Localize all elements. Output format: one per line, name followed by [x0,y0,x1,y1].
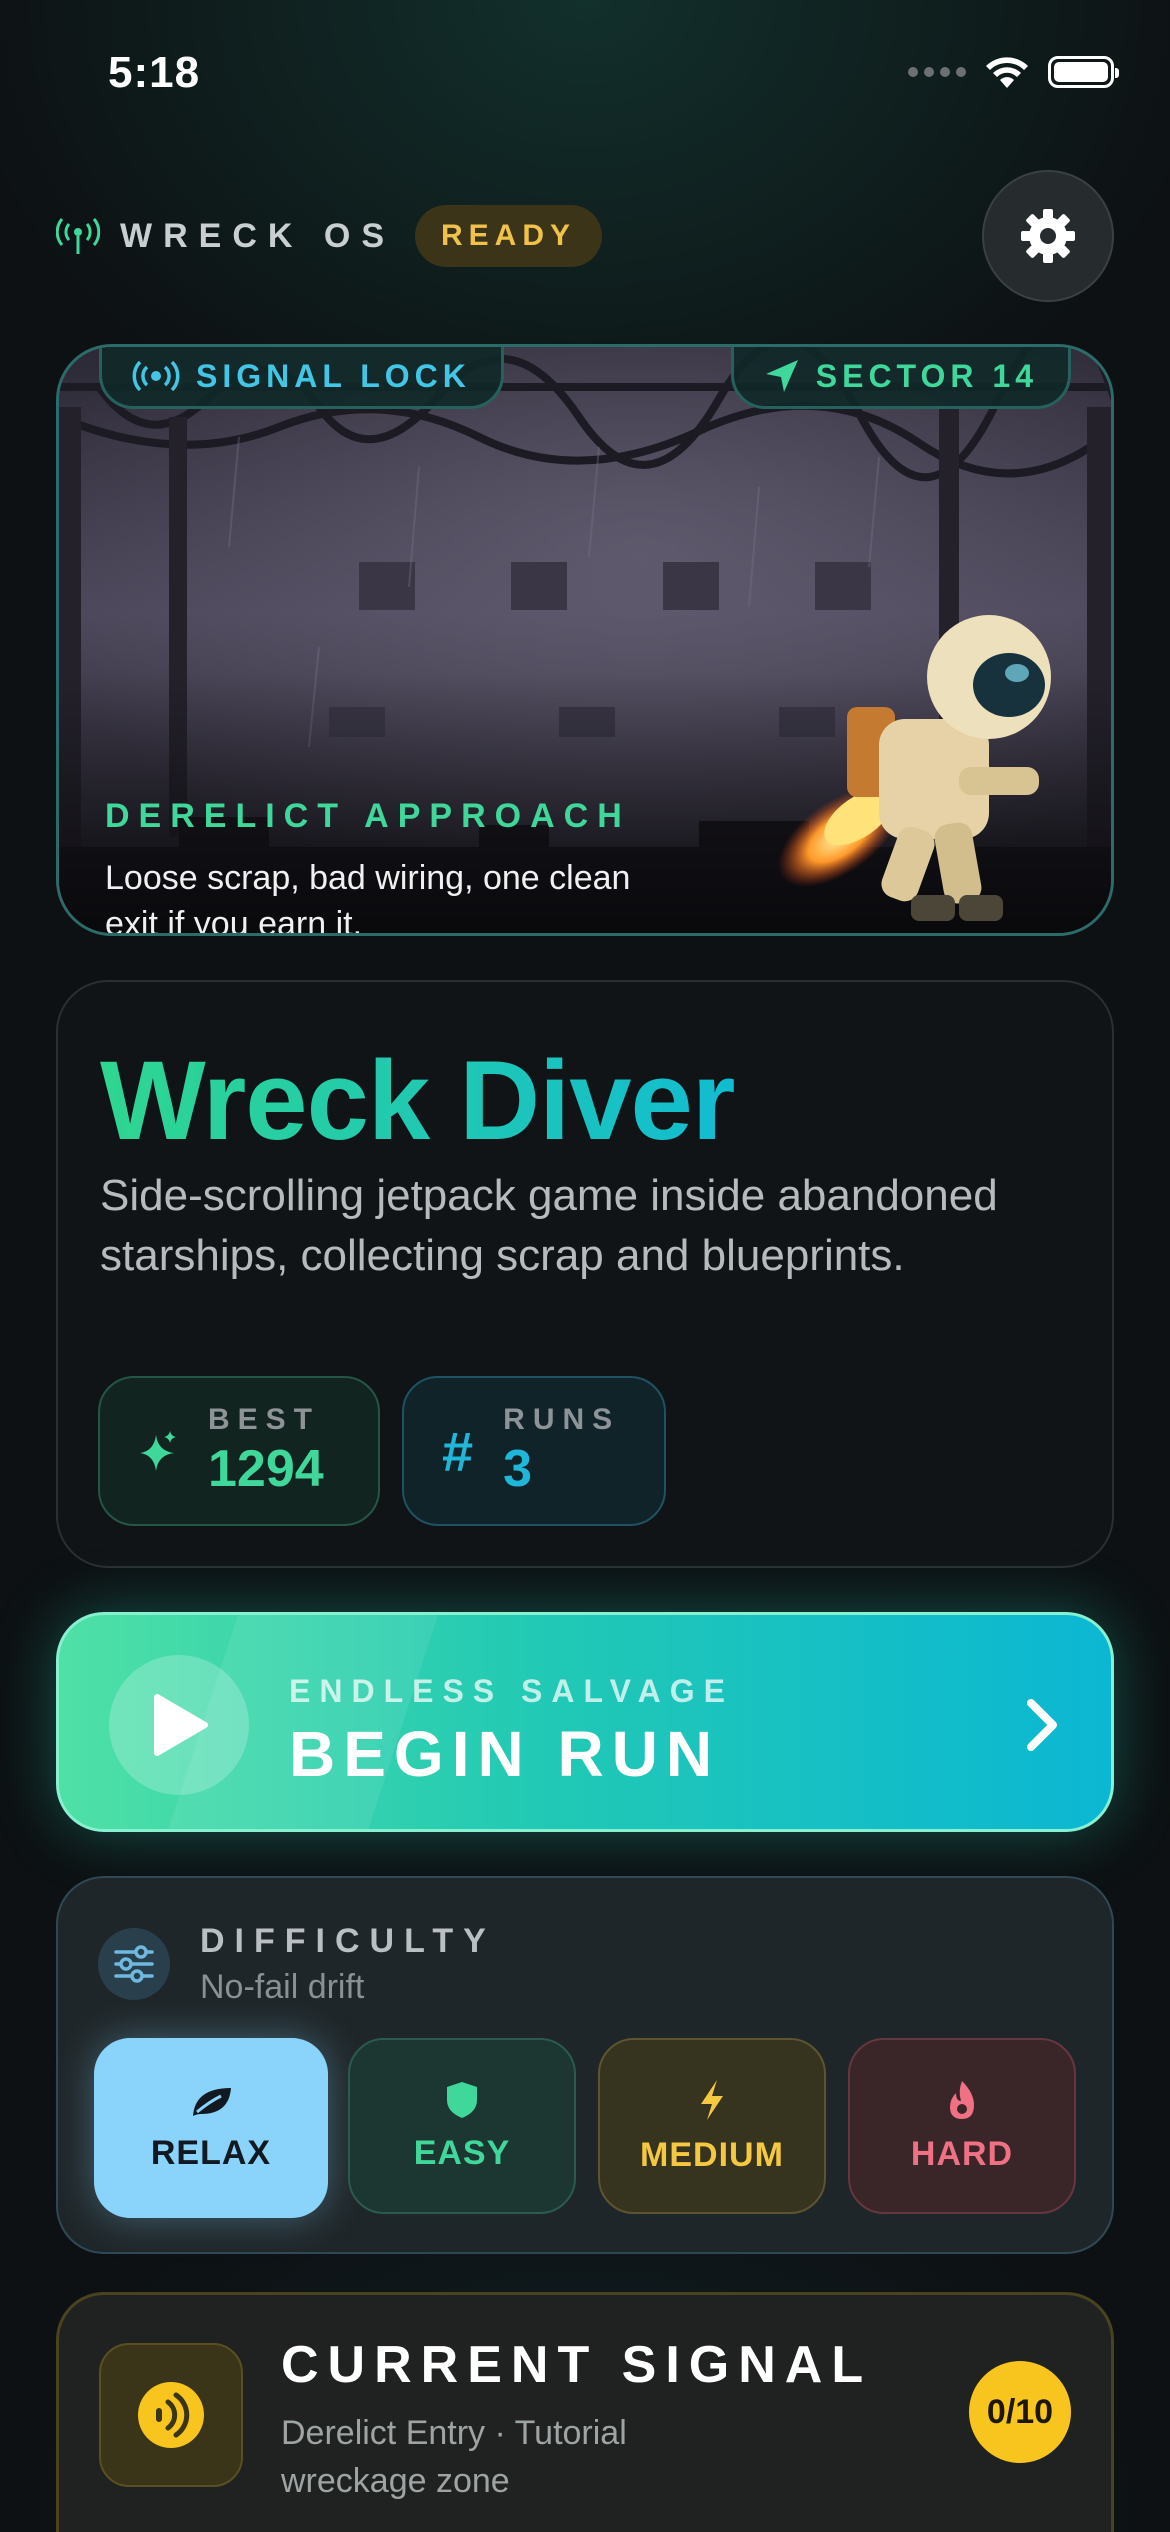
hash-icon: # [442,1419,474,1483]
current-signal-title: CURRENT SIGNAL [281,2336,873,2394]
hero-illustration [59,347,1111,933]
play-icon [109,1655,249,1795]
runs-stat: # RUNS 3 [402,1376,666,1526]
wifi-icon [986,57,1028,88]
hard-label: HARD [910,2134,1014,2173]
battery-icon [1048,56,1119,88]
hero-eyebrow: DERELICT APPROACH [105,797,631,835]
hero-banner: SIGNAL LOCK SECTOR 14 DERELICT APPROACH … [56,344,1114,936]
run-mode-label: ENDLESS SALVAGE [289,1673,734,1709]
medium-label: MEDIUM [640,2135,784,2174]
begin-run-button[interactable]: ENDLESS SALVAGE BEGIN RUN [56,1612,1114,1832]
signal-progress-badge: 0/10 [969,2361,1071,2463]
current-signal-card[interactable]: CURRENT SIGNAL Derelict Entry · Tutorial… [56,2292,1114,2532]
app-header: WRECK OS READY [56,205,603,267]
signal-waves-icon [99,2343,243,2487]
status-indicators [908,54,1119,90]
difficulty-medium-option[interactable]: MEDIUM [598,2038,826,2214]
difficulty-easy-option[interactable]: EASY [348,2038,576,2214]
bolt-icon [701,2079,723,2120]
best-label: BEST [208,1403,321,1436]
runs-label: RUNS [503,1403,621,1436]
signal-lock-chip: SIGNAL LOCK [99,347,504,409]
status-badge: READY [415,205,603,267]
flame-icon [950,2080,974,2119]
game-info-card: Wreck Diver Side-scrolling jetpack game … [56,980,1114,1568]
sector-label: SECTOR 14 [815,357,1038,394]
leaf-icon [193,2087,231,2116]
best-score-stat: BEST 1294 [98,1376,380,1526]
hero-description: Loose scrap, bad wiring, one clean exit … [105,859,631,936]
difficulty-subtitle: No-fail drift [200,1968,365,2006]
difficulty-card: DIFFICULTY No-fail drift RELAX EASY MEDI… [56,1876,1114,2254]
gear-icon [1021,209,1075,263]
difficulty-hard-option[interactable]: HARD [848,2038,1076,2214]
signal-lock-label: SIGNAL LOCK [196,357,471,394]
shield-icon [447,2081,477,2118]
sparkle-icon [140,1431,176,1471]
sliders-icon [98,1928,170,2000]
best-value: 1294 [208,1440,324,1498]
relax-label: RELAX [150,2133,272,2172]
cellular-signal-icon [908,67,966,77]
game-title: Wreck Diver [100,1038,735,1163]
antenna-icon [56,218,100,254]
app-screen: 5:18 WRECK OS READY SIGNAL LOCK SECTOR 1… [0,0,1170,2532]
chevron-right-icon [1027,1699,1057,1751]
sector-chip: SECTOR 14 [730,347,1071,409]
easy-label: EASY [413,2133,511,2172]
difficulty-relax-option[interactable]: RELAX [94,2038,328,2218]
difficulty-label: DIFFICULTY [200,1922,496,1960]
game-subtitle: Side-scrolling jetpack game inside aband… [100,1171,998,1280]
runs-value: 3 [503,1440,533,1498]
app-name: WRECK OS [120,216,395,255]
navigation-arrow-icon [765,360,798,392]
settings-button[interactable] [982,170,1114,302]
status-time: 5:18 [108,48,201,97]
broadcast-icon [132,361,180,391]
current-signal-subtitle: Derelict Entry · Tutorial wreckage zone [281,2414,627,2500]
begin-run-label: BEGIN RUN [289,1718,721,1790]
